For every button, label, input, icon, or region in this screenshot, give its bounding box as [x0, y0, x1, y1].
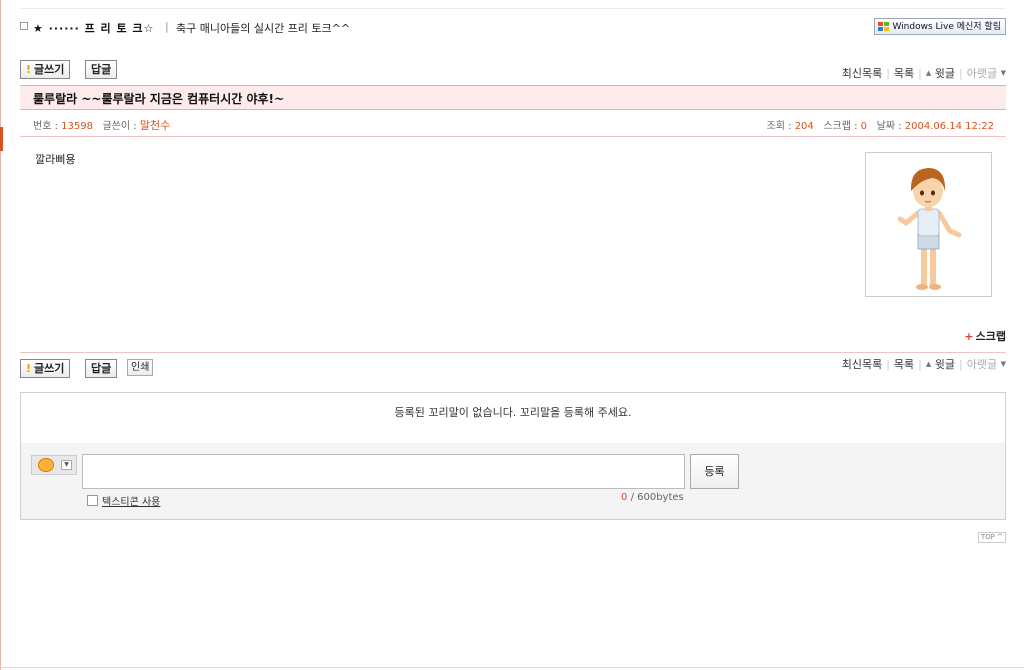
up-caret-icon: ^ — [997, 533, 1003, 541]
list-link[interactable]: 목록 — [894, 358, 914, 371]
print-button[interactable]: 인쇄 — [127, 359, 154, 376]
down-triangle-icon: ▼ — [1000, 69, 1006, 77]
author-avatar[interactable] — [865, 152, 992, 297]
print-label: 인쇄 — [131, 362, 150, 373]
write-button-bottom[interactable]: ! 글쓰기 — [20, 359, 71, 378]
no-comments-message: 등록된 꼬리말이 없습니다. 꼬리말을 등록해 주세요. — [21, 393, 1005, 443]
plus-icon: + — [964, 330, 974, 343]
post-number: 13598 — [61, 121, 93, 132]
left-tab-marker — [0, 127, 3, 151]
list-link[interactable]: 목록 — [894, 67, 914, 80]
post-subject-bar: 룰루랄라 ~~룰루랄라 지금은 컴퓨터시간 야후!~ — [20, 85, 1006, 110]
scrap-label: 스크랩 : — [823, 121, 858, 132]
chevron-down-icon: ▼ — [61, 460, 72, 470]
exclamation-icon: ! — [26, 362, 32, 375]
exclamation-icon: ! — [26, 63, 32, 76]
smiley-icon — [38, 458, 54, 472]
comment-section: 등록된 꼬리말이 없습니다. 꼬리말을 등록해 주세요. ▼ 등록 텍스티콘 사… — [20, 392, 1006, 520]
top-divider — [20, 8, 1006, 9]
byte-counter: 0 / 600bytes — [621, 492, 684, 503]
scrap-button-label: 스크랩 — [975, 330, 1006, 343]
mid-divider — [20, 352, 1006, 353]
comment-form: ▼ 등록 텍스티콘 사용 0 / 600bytes — [21, 443, 1005, 519]
reply-button-bottom[interactable]: 답글 — [85, 359, 118, 378]
windows-live-alert-button[interactable]: Windows Live 메신저 할림 — [874, 18, 1006, 35]
prev-post-link[interactable]: 윗글 — [935, 67, 955, 80]
header-separator: | — [165, 20, 169, 33]
post-meta: 번호 : 13598 글쓴이 : 말천수 조회 : 204 스크랩 : 0 날짜… — [20, 116, 1006, 134]
left-border — [0, 0, 1, 670]
scrap-button[interactable]: + 스크랩 — [964, 328, 1006, 344]
post-body: 깔라삐용 — [35, 153, 76, 166]
reply-label: 답글 — [91, 362, 112, 375]
post-navigation-top: 최신목록 | 목록 | ▲ 윗글 | 아랫글 ▼ — [841, 67, 1006, 80]
latest-list-link[interactable]: 최신목록 — [842, 67, 882, 80]
write-label: 글쓰기 — [34, 63, 65, 76]
textcon-checkbox[interactable] — [87, 495, 98, 506]
post-author[interactable]: 말천수 — [140, 119, 170, 132]
up-triangle-icon: ▲ — [925, 360, 932, 368]
cafe-description: 축구 매니아들의 실시간 프리 토크^^ — [176, 22, 351, 35]
top-button[interactable]: TOP ^ — [977, 532, 1006, 543]
windows-live-label: Windows Live 메신저 할림 — [892, 22, 1001, 32]
up-triangle-icon: ▲ — [925, 69, 932, 77]
cafe-title[interactable]: ★ ······ 프 리 토 크☆ — [33, 20, 154, 36]
byte-limit: / 600bytes — [630, 492, 684, 503]
views-label: 조회 : — [766, 121, 792, 132]
latest-list-link[interactable]: 최신목록 — [842, 358, 882, 371]
board-header: ★ ······ 프 리 토 크☆ | 축구 매니아들의 실시간 프리 토크^^… — [20, 17, 1006, 39]
next-post-link[interactable]: 아랫글 — [967, 358, 997, 371]
scrap-count: 0 — [860, 121, 868, 132]
prev-post-link[interactable]: 윗글 — [935, 358, 955, 371]
date-label: 날짜 : — [876, 121, 902, 132]
reply-label: 답글 — [91, 63, 112, 76]
avatar-character-image — [897, 168, 962, 290]
emoticon-selector[interactable]: ▼ — [31, 455, 77, 475]
byte-count: 0 — [621, 492, 628, 503]
write-label: 글쓰기 — [34, 362, 65, 375]
comment-input[interactable] — [82, 454, 685, 489]
meta-divider — [20, 136, 1006, 137]
comment-submit-button[interactable]: 등록 — [690, 454, 739, 489]
post-subject: 룰루랄라 ~~룰루랄라 지금은 컴퓨터시간 야후!~ — [33, 92, 285, 106]
textcon-label[interactable]: 텍스티콘 사용 — [102, 493, 160, 508]
bottom-divider — [0, 667, 1024, 668]
windows-flag-icon — [878, 22, 890, 32]
square-bullet-icon — [20, 22, 28, 30]
top-label: TOP — [980, 533, 995, 541]
write-button[interactable]: ! 글쓰기 — [20, 60, 71, 79]
views-count: 204 — [794, 121, 814, 132]
post-date: 2004.06.14 12:22 — [904, 121, 994, 132]
next-post-link[interactable]: 아랫글 — [967, 67, 997, 80]
post-navigation-bottom: 최신목록 | 목록 | ▲ 윗글 | 아랫글 ▼ — [841, 358, 1006, 371]
reply-button[interactable]: 답글 — [85, 60, 118, 79]
number-label: 번호 : — [33, 121, 58, 132]
author-label: 글쓴이 : — [102, 121, 137, 132]
down-triangle-icon: ▼ — [1000, 360, 1006, 368]
